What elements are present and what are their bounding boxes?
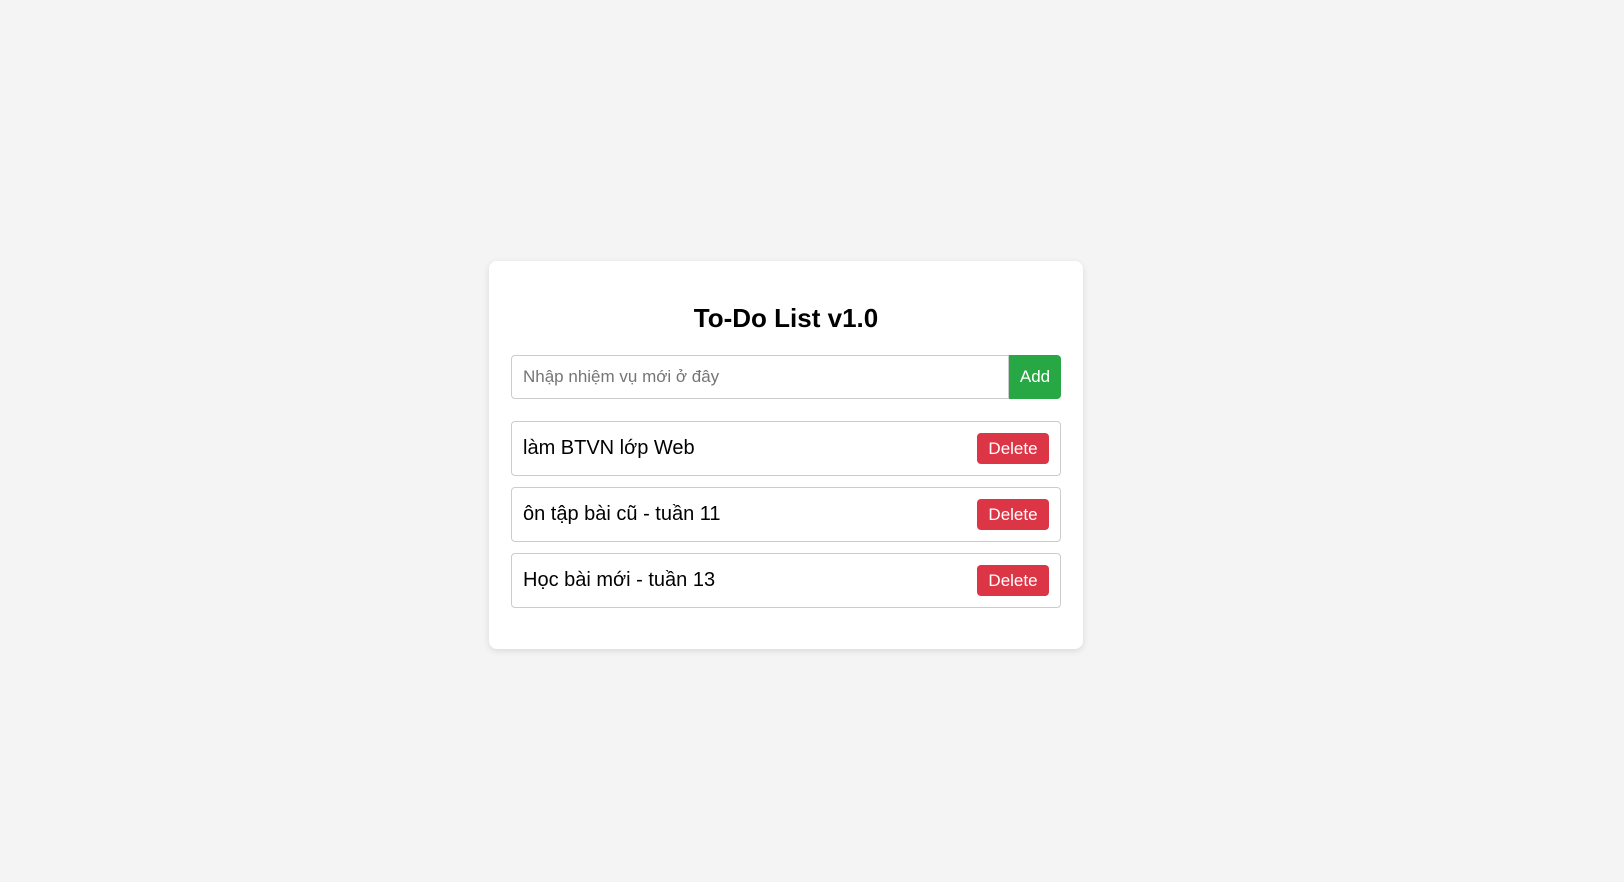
delete-button[interactable]: Delete (977, 565, 1049, 596)
page-title: To-Do List v1.0 (693, 303, 879, 333)
list-item: ôn tập bài cũ - tuần 11 Delete (511, 487, 1061, 542)
add-button[interactable]: Add (1009, 355, 1061, 399)
add-task-row: Add (511, 355, 1061, 399)
list-item: Học bài mới - tuần 13 Delete (511, 553, 1061, 608)
delete-button[interactable]: Delete (977, 499, 1049, 530)
task-text: ôn tập bài cũ - tuần 11 (523, 503, 721, 525)
task-list: làm BTVN lớp Web Delete ôn tập bài cũ - … (511, 421, 1061, 608)
todo-card: To-Do List v1.0 Add làm BTVN lớp Web Del… (489, 261, 1083, 649)
task-text: Học bài mới - tuần 13 (523, 569, 716, 591)
task-text: làm BTVN lớp Web (523, 437, 695, 459)
list-item: làm BTVN lớp Web Delete (511, 421, 1061, 476)
task-input[interactable] (511, 355, 1009, 399)
delete-button[interactable]: Delete (977, 433, 1049, 464)
